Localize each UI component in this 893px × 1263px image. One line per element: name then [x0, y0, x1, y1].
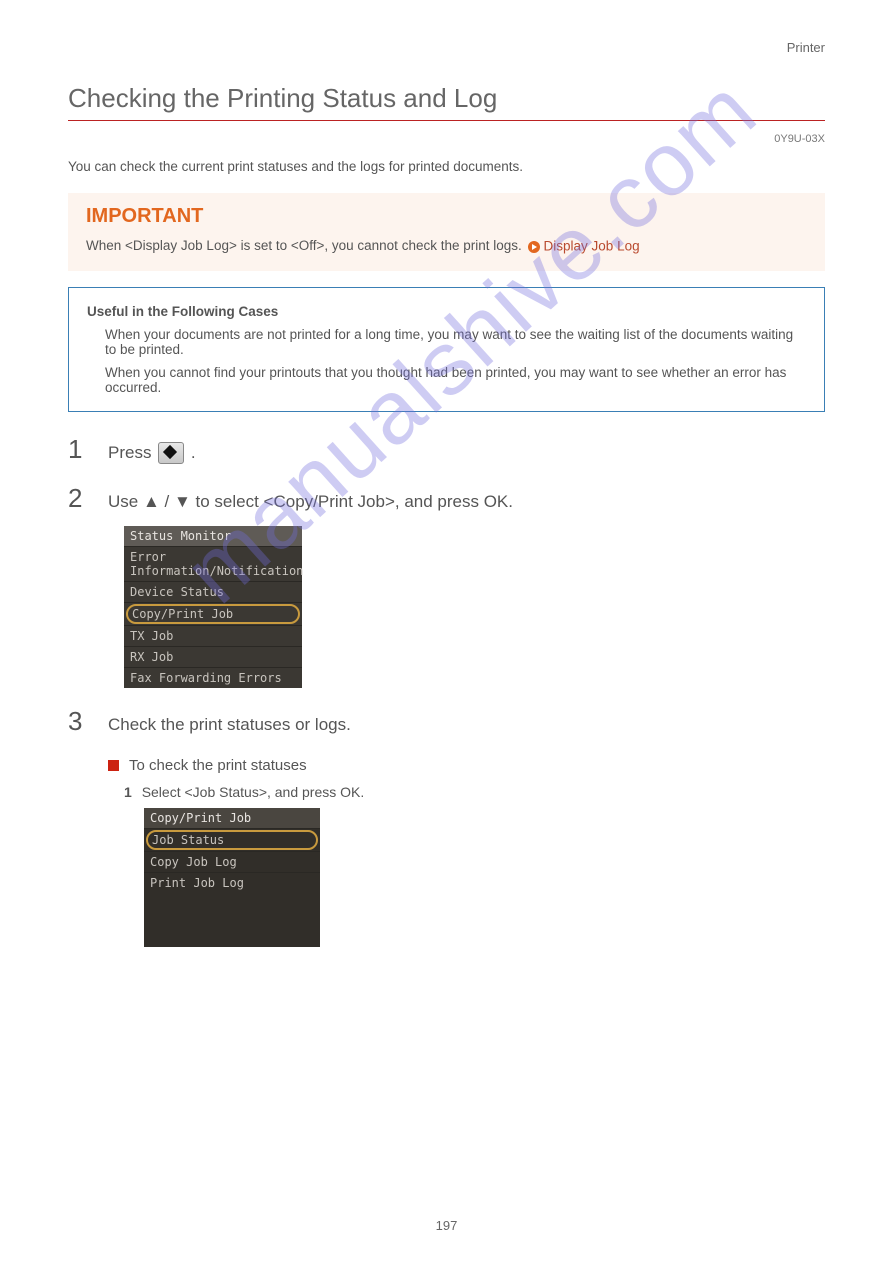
- red-square-bullet-icon: [108, 760, 119, 771]
- play-bullet-icon: [528, 241, 540, 253]
- important-body: When <Display Job Log> is set to <Off>, …: [86, 238, 522, 253]
- scr-row: Error Information/Notification: [124, 546, 302, 581]
- scr-row: Fax Forwarding Errors: [124, 667, 302, 688]
- scr-row-selected: Copy/Print Job: [124, 602, 302, 625]
- step-number: 3: [68, 706, 108, 737]
- sub-step-text: Select <Job Status>, and press OK.: [142, 784, 365, 800]
- intro-text: You can check the current print statuses…: [68, 157, 825, 177]
- step-text: Check the print statuses or logs.: [108, 713, 351, 737]
- scr-row: Device Status: [124, 581, 302, 602]
- usecase-bullet-1: When your documents are not printed for …: [87, 327, 806, 357]
- step-row: 2 Use ▲ / ▼ to select <Copy/Print Job>, …: [68, 483, 825, 514]
- step-text: Press .: [108, 441, 196, 465]
- usecase-bullet-2: When you cannot find your printouts that…: [87, 365, 806, 395]
- scr-row: Print Job Log: [144, 872, 320, 893]
- scr-header: Status Monitor: [124, 526, 302, 546]
- status-monitor-key-icon: [158, 442, 184, 464]
- usecase-box: Useful in the Following Cases When your …: [68, 287, 825, 412]
- doc-code: 0Y9U-03X: [68, 133, 825, 145]
- scr-header: Copy/Print Job: [144, 808, 320, 828]
- step-row: 1 Press .: [68, 434, 825, 465]
- usecase-heading: Useful in the Following Cases: [87, 304, 806, 319]
- scr-padding: [144, 893, 320, 947]
- page-title: Checking the Printing Status and Log: [68, 83, 825, 114]
- subsection-header: To check the print statuses: [108, 757, 825, 774]
- important-text: When <Display Job Log> is set to <Off>, …: [86, 236, 807, 257]
- subsection-step: 1 Select <Job Status>, and press OK.: [124, 784, 825, 800]
- title-divider: [68, 120, 825, 121]
- step-text: Use ▲ / ▼ to select <Copy/Print Job>, an…: [108, 490, 513, 514]
- scr-row: RX Job: [124, 646, 302, 667]
- step-row: 3 Check the print statuses or logs.: [68, 706, 825, 737]
- important-label: IMPORTANT: [86, 205, 807, 228]
- chapter-label: Printer: [68, 40, 825, 55]
- scr-row-selected: Job Status: [144, 828, 320, 851]
- scr-row: TX Job: [124, 625, 302, 646]
- screenshot-copy-print-job: Copy/Print Job Job Status Copy Job Log P…: [144, 808, 320, 947]
- step-number: 2: [68, 483, 108, 514]
- scr-row: Copy Job Log: [144, 851, 320, 872]
- important-link[interactable]: Display Job Log: [544, 239, 640, 254]
- screenshot-status-monitor: Status Monitor Error Information/Notific…: [124, 526, 302, 688]
- subsection-title: To check the print statuses: [129, 757, 307, 774]
- step-number: 1: [68, 434, 108, 465]
- important-box: IMPORTANT When <Display Job Log> is set …: [68, 193, 825, 271]
- sub-step-num: 1: [124, 784, 132, 800]
- page-number: 197: [0, 1218, 893, 1233]
